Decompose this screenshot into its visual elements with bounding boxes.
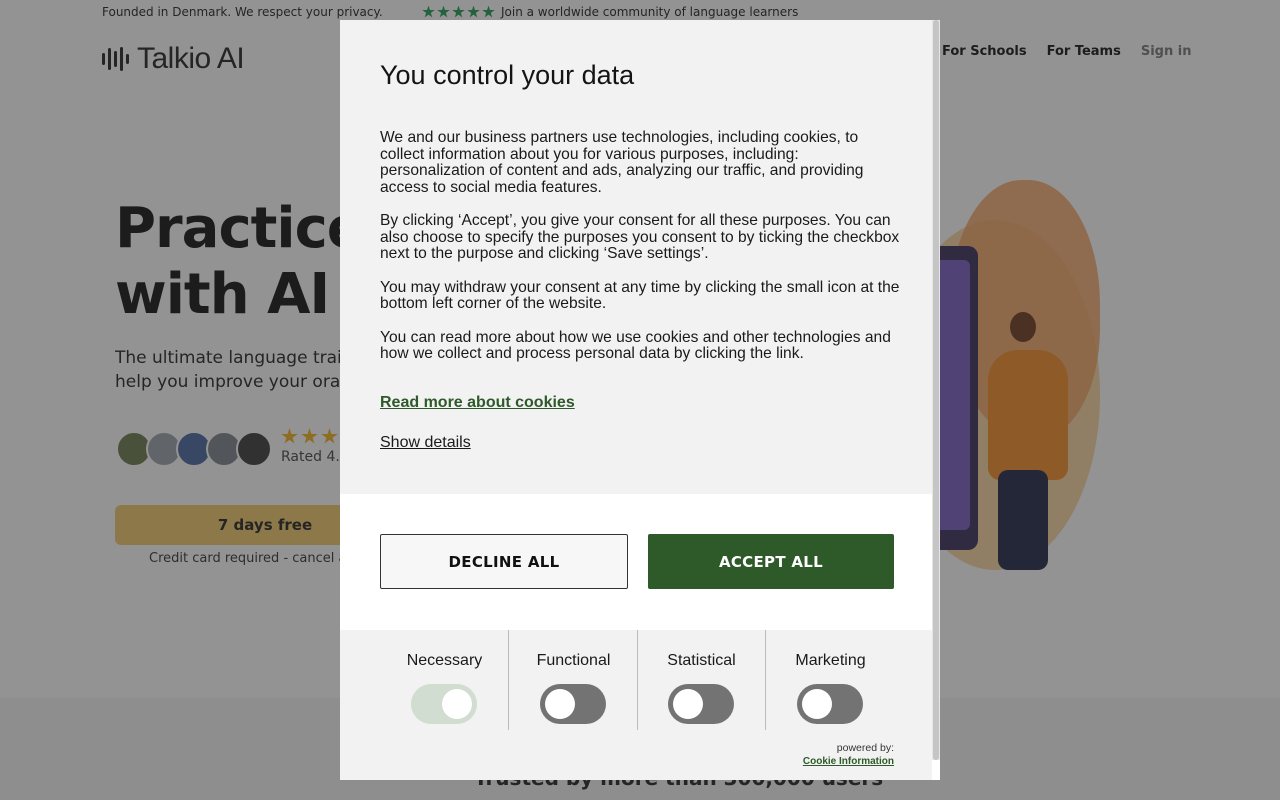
scrollbar-thumb[interactable] <box>933 20 939 760</box>
accept-all-button[interactable]: ACCEPT ALL <box>648 534 894 589</box>
functional-toggle[interactable] <box>540 684 606 724</box>
consent-paragraph: By clicking ‘Accept’, you give your cons… <box>380 212 900 262</box>
consent-paragraph: You can read more about how we use cooki… <box>380 328 891 362</box>
category-marketing: Marketing <box>766 630 895 730</box>
powered-by: powered by: Cookie Information <box>780 741 894 769</box>
statistical-toggle[interactable] <box>668 684 734 724</box>
category-functional: Functional <box>509 630 638 730</box>
category-necessary: Necessary <box>380 630 509 730</box>
category-label: Marketing <box>795 652 866 669</box>
consent-paragraph: We and our business partners use technol… <box>380 129 864 196</box>
cookie-consent-dialog: You control your data We and our busines… <box>340 20 940 780</box>
category-label: Necessary <box>406 652 483 669</box>
consent-body: We and our business partners use technol… <box>380 129 900 380</box>
marketing-toggle[interactable] <box>797 684 863 724</box>
decline-all-button[interactable]: DECLINE ALL <box>380 534 628 589</box>
category-label: Functional <box>536 652 611 669</box>
cookie-information-link[interactable]: Cookie Information <box>780 755 894 769</box>
show-details-link[interactable]: Show details <box>380 434 471 452</box>
category-label: Statistical <box>667 652 736 669</box>
category-statistical: Statistical <box>637 630 766 730</box>
necessary-toggle[interactable] <box>411 684 477 724</box>
scrollbar[interactable] <box>932 20 940 760</box>
read-more-cookies-link[interactable]: Read more about cookies <box>380 394 575 412</box>
dialog-title: You control your data <box>380 60 635 90</box>
consent-paragraph: You may withdraw your consent at any tim… <box>380 278 900 312</box>
